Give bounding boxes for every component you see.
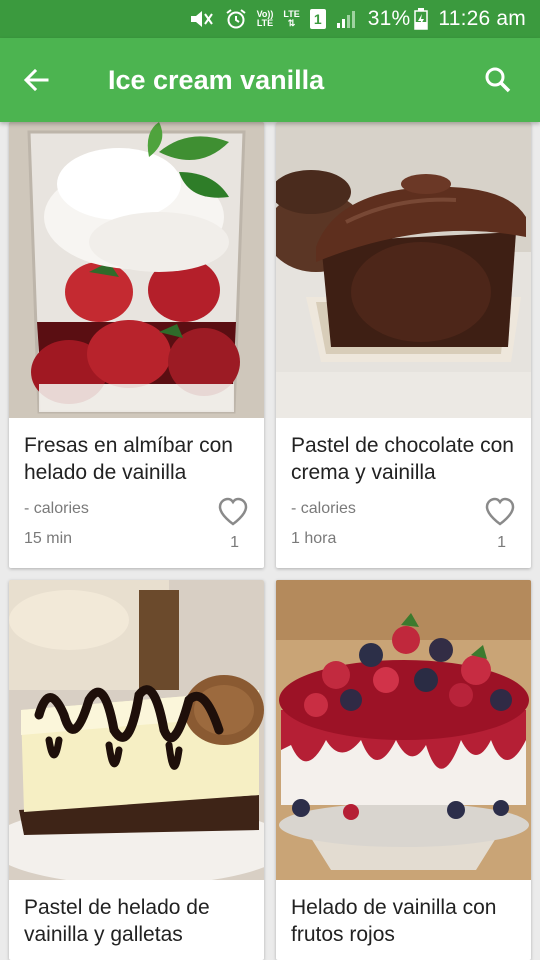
recipe-photo (9, 580, 264, 880)
signal-icon (336, 7, 358, 31)
recipe-card[interactable]: Fresas en almíbar con helado de vainilla… (9, 122, 264, 568)
recipe-photo (276, 122, 531, 418)
favorite-button[interactable] (483, 496, 517, 528)
recipe-card[interactable]: Pastel de chocolate con crema y vainilla… (276, 122, 531, 568)
lte-icon: LTE ⇅ (283, 9, 300, 28)
heart-icon (218, 497, 248, 526)
alarm-icon (225, 7, 247, 31)
battery-icon (414, 7, 429, 31)
recipe-calories: - calories (24, 500, 89, 517)
like-count: 1 (230, 534, 239, 551)
recipe-title: Pastel de chocolate con crema y vainilla (291, 434, 514, 484)
volte-icon: Vo)) LTE (257, 7, 274, 31)
status-bar: Vo)) LTE LTE ⇅ 1 31% 11:26 am (0, 0, 540, 38)
heart-icon (485, 497, 515, 526)
sim-label: 1 (309, 9, 326, 29)
clock: 11:26 am (438, 7, 526, 30)
volte-bottom-label: LTE (256, 18, 274, 28)
battery-percent: 31% (367, 7, 411, 30)
page-title: Ice cream vanilla (108, 65, 325, 95)
recipe-time: 15 min (24, 530, 73, 547)
favorite-button[interactable] (216, 496, 250, 528)
recipe-title: Fresas en almíbar con helado de vainilla (24, 434, 233, 484)
recipe-card[interactable]: Pastel de helado de vainilla y galletas (9, 580, 264, 960)
recipe-title: Pastel de helado de vainilla y galletas (24, 896, 210, 946)
back-button[interactable] (14, 58, 58, 102)
recipe-title: Helado de vainilla con frutos rojos (291, 896, 497, 946)
recipe-photo (9, 122, 264, 418)
recipe-calories: - calories (291, 500, 356, 517)
mute-icon (189, 7, 215, 31)
arrow-back-icon (23, 68, 49, 92)
search-icon (485, 67, 511, 93)
sim-icon: 1 (309, 7, 326, 31)
like-count: 1 (497, 534, 506, 551)
search-button[interactable] (476, 58, 520, 102)
recipe-photo (276, 580, 531, 880)
recipe-card[interactable]: Helado de vainilla con frutos rojos (276, 580, 531, 960)
recipe-time: 1 hora (291, 530, 337, 547)
app-bar: Ice cream vanilla (0, 38, 540, 122)
